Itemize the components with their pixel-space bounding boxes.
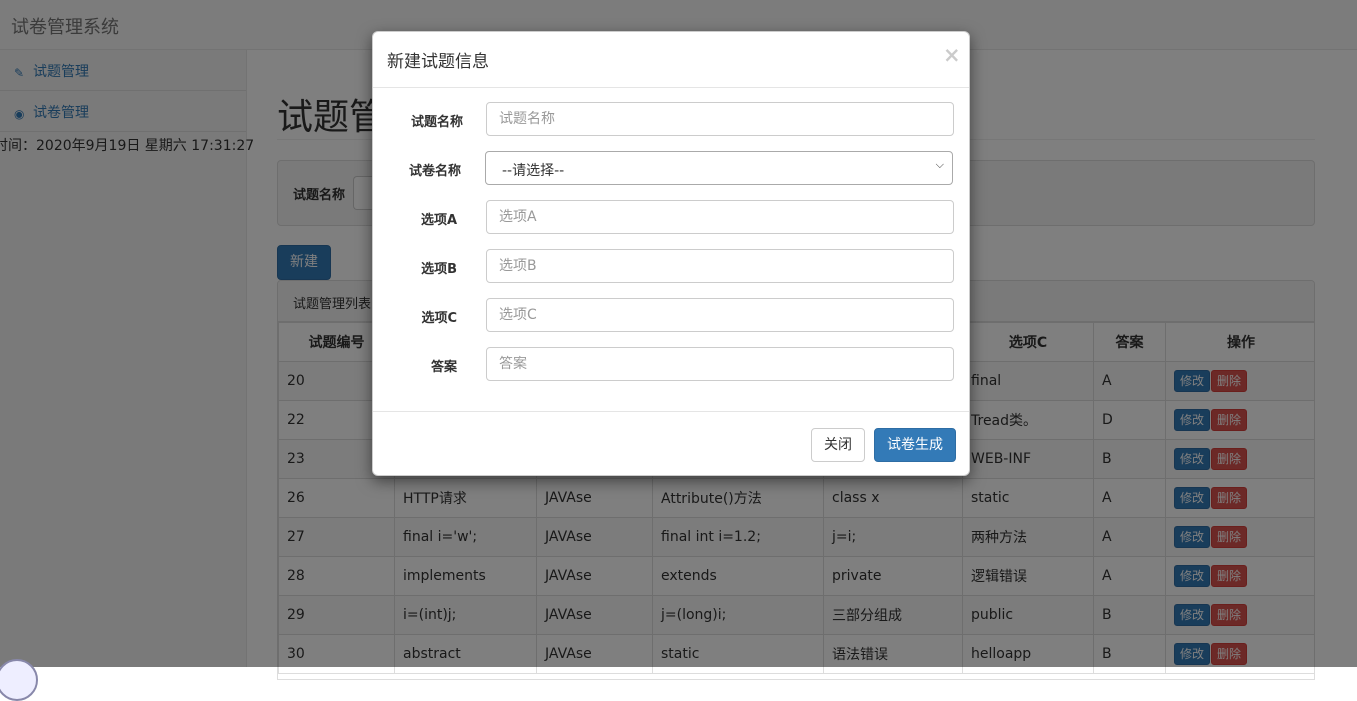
option-c-label: 选项C (421, 311, 457, 326)
question-name-label: 试题名称 (410, 115, 463, 130)
modal-header-divider (373, 87, 969, 88)
answer-label: 答案 (430, 360, 457, 375)
generate-paper-button[interactable]: 试卷生成 (874, 428, 956, 462)
paper-name-label: 试卷名称 (408, 164, 461, 179)
modal-title: 新建试题信息 (387, 52, 489, 72)
new-question-modal: 新建试题信息 × 试题名称 试卷名称 --请选择-- ⌵ 选项A 选项B 选项C… (372, 31, 970, 476)
option-b-label: 选项B (421, 262, 457, 277)
option-b-input[interactable] (486, 249, 954, 283)
paper-name-select[interactable]: --请选择-- ⌵ (485, 151, 953, 185)
modal-footer-divider (373, 411, 969, 412)
answer-input[interactable] (486, 347, 954, 381)
paper-name-selected: --请选择-- (502, 163, 565, 179)
question-name-input[interactable] (486, 102, 954, 136)
option-a-label: 选项A (420, 213, 457, 228)
option-a-input[interactable] (486, 200, 954, 234)
floating-widget-icon[interactable] (0, 659, 38, 701)
close-button[interactable]: 关闭 (811, 428, 865, 462)
option-c-input[interactable] (486, 298, 954, 332)
close-icon[interactable]: × (943, 43, 961, 67)
chevron-down-icon: ⌵ (935, 158, 944, 171)
